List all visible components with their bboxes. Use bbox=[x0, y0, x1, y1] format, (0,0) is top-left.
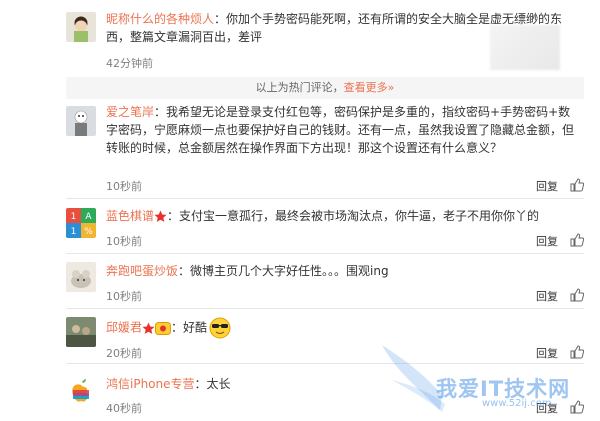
comment-time: 40秒前 bbox=[106, 402, 142, 415]
user-avatar[interactable] bbox=[66, 377, 96, 407]
user-avatar[interactable] bbox=[66, 317, 96, 347]
divider bbox=[66, 198, 584, 199]
reply-button[interactable]: 回复 bbox=[536, 233, 558, 249]
avatar-tile-label: 1 bbox=[71, 212, 77, 222]
like-icon[interactable] bbox=[570, 400, 585, 414]
hot-comments-bar: 以上为热门评论，查看更多» bbox=[66, 77, 584, 99]
comment-time: 10秒前 bbox=[106, 290, 142, 303]
like-icon[interactable] bbox=[570, 178, 585, 192]
reply-button[interactable]: 回复 bbox=[536, 288, 558, 304]
user-avatar[interactable] bbox=[66, 106, 96, 136]
hot-comments-label: 以上为热门评论， bbox=[255, 81, 344, 94]
like-icon[interactable] bbox=[570, 288, 585, 302]
avatar-tile-label: 1 bbox=[71, 227, 77, 237]
divider bbox=[66, 253, 584, 254]
cool-emoji-icon bbox=[209, 317, 231, 339]
comment-text: ：太长 bbox=[194, 377, 231, 391]
comment-author[interactable]: 奔跑吧蛋炒饭 bbox=[106, 264, 178, 278]
comment-text: ：支付宝一意孤行，最终会被市场淘汰点，你牛逼，老子不用你你丫的 bbox=[167, 209, 540, 223]
reply-button[interactable]: 回复 bbox=[536, 345, 558, 361]
like-icon[interactable] bbox=[570, 345, 585, 359]
comment-time: 42分钟前 bbox=[106, 57, 153, 70]
user-avatar[interactable] bbox=[66, 12, 96, 42]
star-icon bbox=[154, 210, 167, 222]
user-avatar[interactable]: 1 A 1 % bbox=[66, 208, 96, 238]
comment-author[interactable]: 爱之笔岸 bbox=[106, 105, 154, 119]
comment-author[interactable]: 鸿信iPhone专营 bbox=[106, 377, 195, 391]
avatar-tile-label: A bbox=[85, 212, 92, 222]
blurred-region bbox=[490, 25, 560, 70]
like-icon[interactable] bbox=[570, 233, 585, 247]
comment-time: 10秒前 bbox=[106, 235, 142, 248]
comment-time: 10秒前 bbox=[106, 180, 142, 193]
divider bbox=[66, 308, 584, 309]
watermark-url: www.52ij.com bbox=[482, 398, 552, 409]
view-more-link[interactable]: 查看更多» bbox=[344, 81, 395, 94]
comment-author[interactable]: 蓝色棋谱 bbox=[106, 209, 154, 223]
comment-author[interactable]: 昵称什么的各种烦人 bbox=[106, 12, 214, 26]
comment-text: ：我希望无论是登录支付红包等，密码保护是多重的，指纹密码+手势密码+数字密码，宁… bbox=[106, 105, 575, 155]
comment-text: ：好酷 bbox=[171, 320, 208, 335]
divider bbox=[66, 363, 584, 364]
vip-badge-icon bbox=[155, 321, 172, 335]
star-icon bbox=[142, 322, 155, 334]
comment-author[interactable]: 邱媛君 bbox=[106, 321, 142, 335]
comment-time: 20秒前 bbox=[106, 347, 142, 360]
comment-text: ：微博主页几个大字好任性。。。围观ing bbox=[178, 264, 389, 278]
reply-button[interactable]: 回复 bbox=[536, 178, 558, 194]
avatar-tile-label: % bbox=[84, 227, 93, 237]
user-avatar[interactable] bbox=[66, 262, 96, 292]
